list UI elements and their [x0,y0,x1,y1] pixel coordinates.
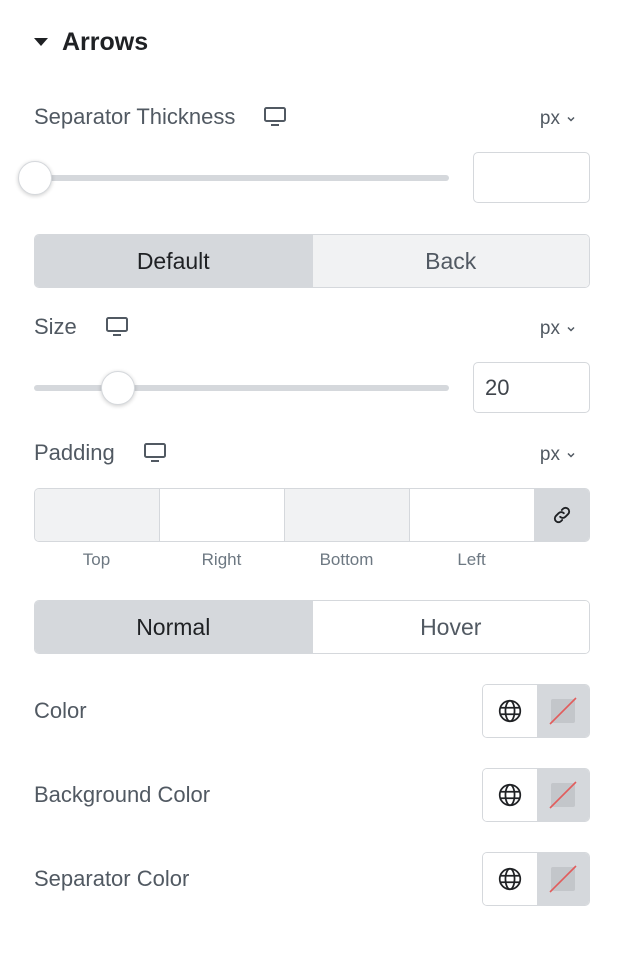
global-colors-button[interactable] [483,853,537,905]
tab-default[interactable]: Default [35,235,312,287]
separator-thickness-slider[interactable] [18,161,449,195]
caret-down-icon [34,38,48,46]
padding-bottom-label: Bottom [319,550,374,569]
padding-right-input[interactable] [160,489,285,541]
tab-normal[interactable]: Normal [35,601,312,653]
size-input[interactable] [473,362,590,413]
desktop-icon[interactable] [263,106,287,128]
separator-thickness-label: Separator Thickness [34,104,236,129]
color-swatch-button[interactable] [537,853,589,905]
padding-right-label: Right [201,550,242,569]
padding-left-input[interactable] [410,489,535,541]
padding-field-labels: Top Right Bottom Left [34,550,534,570]
padding-top-label: Top [82,550,111,569]
globe-icon [498,699,522,723]
background-color-picker-control [482,768,590,822]
no-color-swatch-icon [549,697,577,725]
unit-label: px [539,444,560,465]
separator-color-label: Separator Color [34,866,190,891]
size-unit-select[interactable]: px [540,318,576,340]
separator-color-picker-control [482,852,590,906]
hover-state-tabs: Normal Hover [34,600,590,654]
chevron-down-icon [567,116,575,122]
size-label-row: Size [34,314,129,340]
tab-hover[interactable]: Hover [311,601,589,653]
section-header-arrows[interactable]: Arrows [34,26,148,58]
padding-label-row: Padding [34,440,167,466]
link-values-button[interactable] [535,489,589,541]
section-title: Arrows [62,27,149,56]
padding-left-label: Left [457,550,486,569]
color-picker-control [482,684,590,738]
state-tabs: Default Back [34,234,590,288]
unit-label: px [539,318,560,339]
slider-handle[interactable] [18,161,52,195]
padding-label: Padding [34,440,115,465]
color-swatch-button[interactable] [537,685,589,737]
desktop-icon[interactable] [143,442,167,464]
desktop-icon[interactable] [105,316,129,338]
global-colors-button[interactable] [483,685,537,737]
background-color-label: Background Color [34,782,211,807]
no-color-swatch-icon [549,865,577,893]
chevron-down-icon [567,326,575,332]
global-colors-button[interactable] [483,769,537,821]
color-swatch-button[interactable] [537,769,589,821]
tab-back[interactable]: Back [311,235,589,287]
size-label: Size [34,314,77,339]
separator-thickness-unit-select[interactable]: px [540,108,576,130]
globe-icon [498,867,522,891]
separator-thickness-label-row: Separator Thickness [34,104,287,130]
chevron-down-icon [567,452,575,458]
slider-handle[interactable] [101,371,135,405]
padding-unit-select[interactable]: px [540,444,576,466]
size-slider[interactable] [34,371,449,405]
padding-top-input[interactable] [35,489,160,541]
no-color-swatch-icon [549,781,577,809]
unit-label: px [539,108,560,129]
padding-bottom-input[interactable] [285,489,410,541]
color-label: Color [34,698,87,723]
separator-thickness-input[interactable] [473,152,590,203]
link-icon [553,506,571,524]
padding-dimensions [34,488,590,542]
globe-icon [498,783,522,807]
